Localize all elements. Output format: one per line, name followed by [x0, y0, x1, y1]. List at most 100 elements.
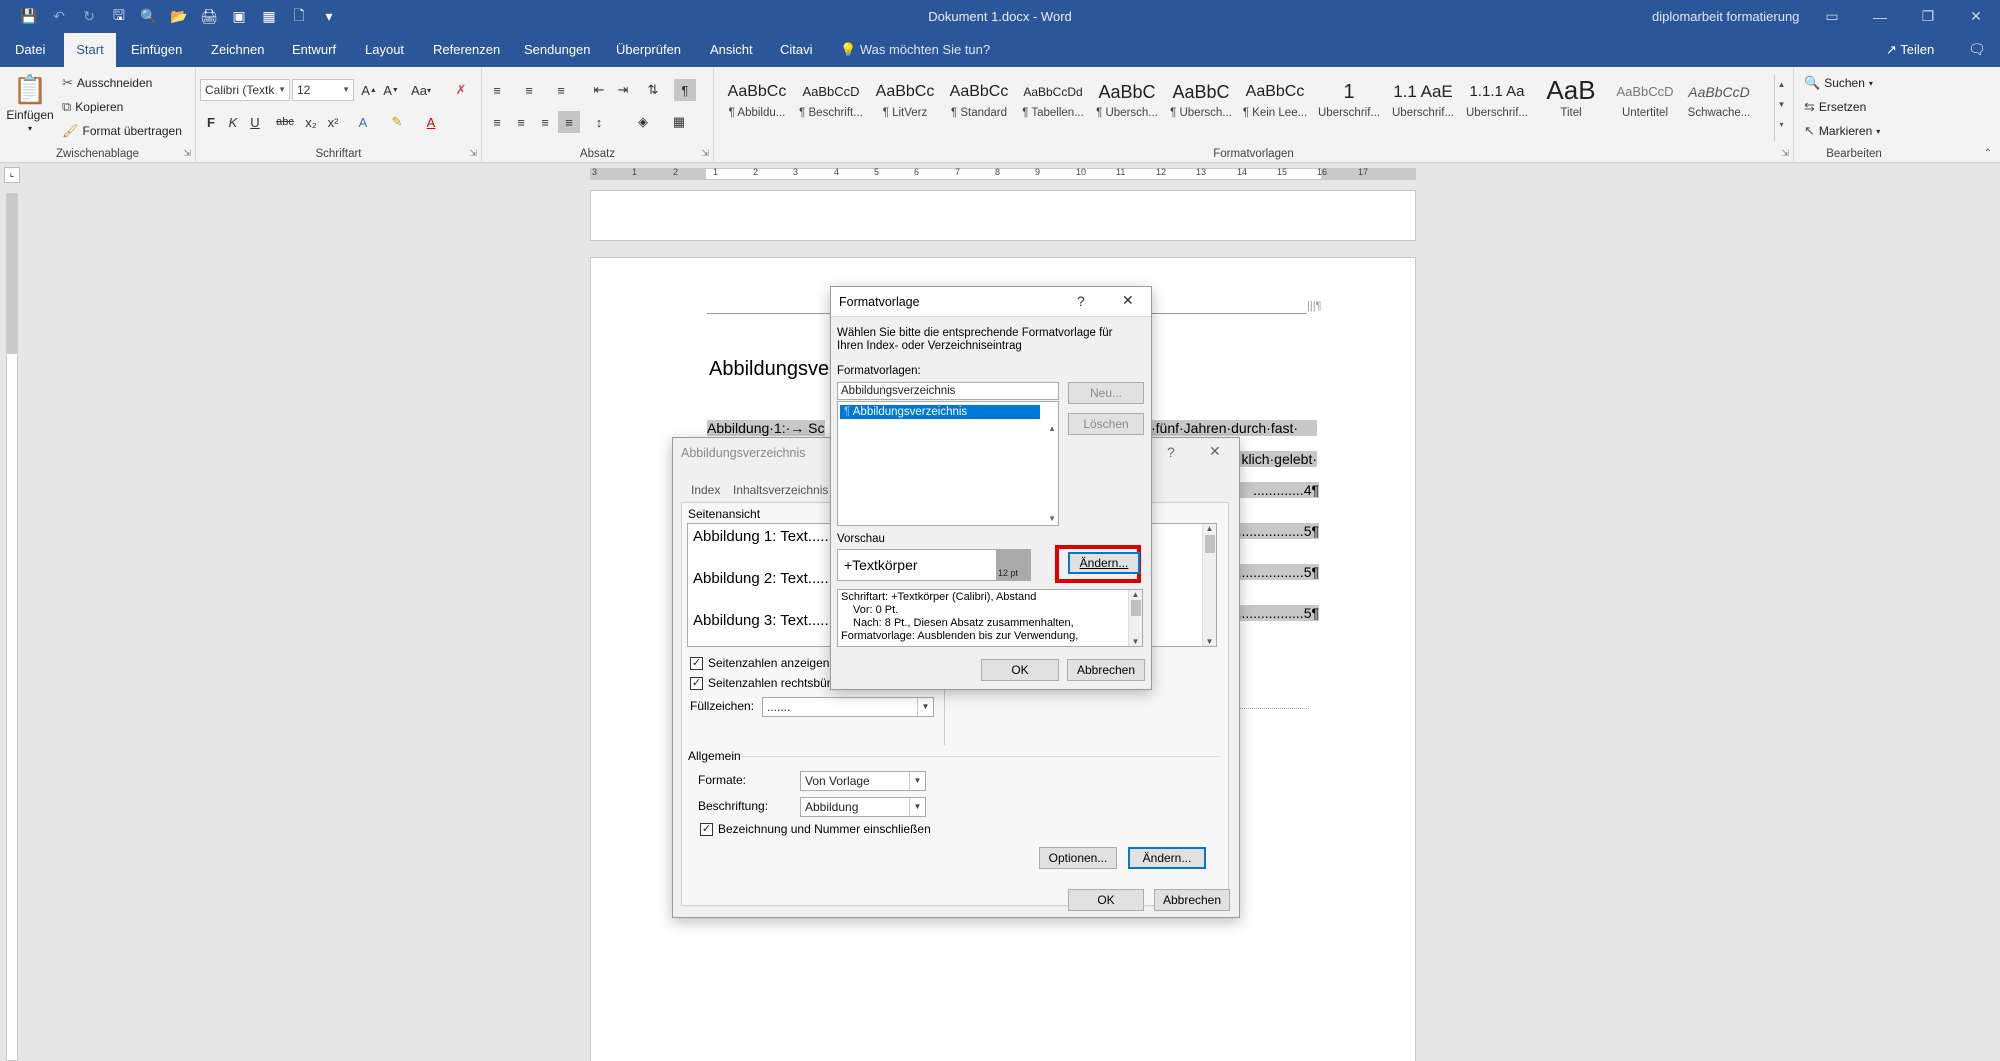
dialog-launcher-icon[interactable]: ⇲ — [183, 148, 191, 159]
document-line[interactable]: Abbildung·1:·→ Sc — [707, 420, 825, 436]
tab-ansicht[interactable]: Ansicht — [701, 33, 762, 67]
style-item[interactable]: 1 Überschrif... — [1312, 77, 1386, 141]
style-item[interactable]: AaBbCcD Schwache... — [1682, 77, 1756, 141]
ribbon-display-icon[interactable]: ▭ — [1808, 0, 1856, 33]
tab-start[interactable]: Start — [64, 33, 116, 67]
tab-referenzen[interactable]: Referenzen — [424, 33, 509, 67]
tab-datei[interactable]: Datei — [6, 33, 54, 67]
close-icon[interactable]: ✕ — [1952, 0, 2000, 33]
bullets-icon[interactable]: ≡ — [486, 79, 508, 101]
help-icon[interactable]: ? — [1167, 444, 1175, 460]
pilcrow-icon[interactable]: ¶ — [674, 79, 696, 101]
tab-einfuegen[interactable]: Einfügen — [122, 33, 191, 67]
new-button[interactable]: Neu... — [1068, 382, 1144, 404]
justify-icon[interactable]: ≡ — [558, 111, 580, 133]
change-case-button[interactable]: Aa ▾ — [406, 79, 436, 101]
text-effects-icon[interactable]: A — [352, 111, 374, 133]
underline-button[interactable]: U — [244, 111, 266, 133]
preview-scrollbar[interactable]: ▲ ▼ — [1202, 524, 1216, 646]
shrink-font-icon[interactable]: A ▼ — [380, 79, 402, 101]
decrease-indent-icon[interactable]: ⇤ — [588, 79, 610, 101]
delete-button[interactable]: Löschen — [1068, 413, 1144, 435]
tab-index[interactable]: Index — [691, 483, 720, 497]
share-button[interactable]: ↗ Teilen — [1886, 33, 1934, 67]
format-painter-button[interactable]: 🖌 Format übertragen — [62, 123, 182, 139]
subscript-button[interactable]: x₂ — [300, 111, 322, 133]
account-name[interactable]: diplomarbeit formatierung — [1652, 9, 1799, 24]
replace-button[interactable]: ⇆ Ersetzen — [1804, 99, 1866, 115]
formats-select[interactable]: Von Vorlage ▼ — [800, 771, 926, 791]
modify-style-button[interactable]: Ändern... — [1068, 552, 1140, 574]
borders-icon[interactable]: ▦ — [668, 111, 690, 133]
find-button[interactable]: 🔍 Suchen ▾ — [1804, 75, 1873, 91]
style-item[interactable]: AaBbCc ¶ Standard — [942, 77, 1016, 141]
style-item[interactable]: AaBbCc ¶ Abbildu... — [720, 77, 794, 141]
grow-font-icon[interactable]: A ▲ — [358, 79, 380, 101]
style-list[interactable]: ¶ Abbildungsverzeichnis ▲ ▼ — [837, 401, 1059, 526]
style-item[interactable]: AaBbCcD ¶ Beschrift... — [794, 77, 868, 141]
tab-inhaltsverzeichnis[interactable]: Inhaltsverzeichnis — [733, 483, 828, 497]
cut-button[interactable]: ✂ Ausschneiden — [62, 75, 152, 91]
align-left-icon[interactable]: ≡ — [486, 111, 508, 133]
dialog-launcher-icon[interactable]: ⇲ — [469, 148, 477, 159]
modify-button[interactable]: Ändern... — [1128, 847, 1206, 869]
shading-icon[interactable]: ◈ — [632, 111, 654, 133]
show-page-numbers-checkbox[interactable]: ✓ — [690, 657, 703, 670]
description-scrollbar[interactable]: ▲ ▼ — [1128, 590, 1142, 646]
ok-button[interactable]: OK — [981, 659, 1059, 681]
document-line[interactable]: ·fünf·Jahren·durch·fast· — [1151, 420, 1317, 436]
ok-button[interactable]: OK — [1068, 889, 1144, 911]
font-color-icon[interactable]: A — [420, 111, 442, 133]
fill-char-select[interactable]: ....... ▼ — [762, 697, 934, 717]
tab-selector-icon[interactable]: ⌞ — [4, 167, 20, 183]
close-icon[interactable]: ✕ — [1209, 443, 1221, 460]
strikethrough-button[interactable]: abc — [274, 111, 296, 133]
clear-formatting-icon[interactable]: ✗ — [450, 79, 472, 101]
scroll-down-icon[interactable]: ▼ — [1048, 514, 1056, 523]
copy-button[interactable]: ⧉ Kopieren — [62, 99, 123, 115]
sort-icon[interactable]: ⇅ — [642, 79, 664, 101]
close-icon[interactable]: ✕ — [1122, 292, 1134, 309]
align-center-icon[interactable]: ≡ — [510, 111, 532, 133]
tell-me-search[interactable]: 💡 Was möchten Sie tun? — [840, 33, 990, 67]
scroll-up-icon[interactable]: ▲ — [1048, 424, 1056, 433]
tab-entwurf[interactable]: Entwurf — [283, 33, 345, 67]
options-button[interactable]: Optionen... — [1039, 847, 1117, 869]
collapse-ribbon-icon[interactable]: ⌃ — [1984, 148, 1992, 159]
style-item[interactable]: AaBbC ¶ Übersch... — [1090, 77, 1164, 141]
select-button[interactable]: ↖ Markieren ▾ — [1804, 123, 1880, 139]
tab-sendungen[interactable]: Sendungen — [515, 33, 600, 67]
font-name-combo[interactable]: Calibri (Textk ▼ — [200, 79, 290, 101]
multilevel-list-icon[interactable]: ≡ — [550, 79, 572, 101]
style-item[interactable]: AaBbCcDd ¶ Tabellen... — [1016, 77, 1090, 141]
dialog-launcher-icon[interactable]: ⇲ — [1781, 148, 1789, 159]
cancel-button[interactable]: Abbrechen — [1154, 889, 1230, 911]
minimize-icon[interactable]: — — [1856, 0, 1904, 33]
tab-zeichnen[interactable]: Zeichnen — [202, 33, 273, 67]
paste-button[interactable]: 📋 Einfügen ▾ — [6, 73, 54, 133]
style-item[interactable]: 1.1 AaE Überschrif... — [1386, 77, 1460, 141]
right-align-checkbox[interactable]: ✓ — [690, 677, 703, 690]
document-heading[interactable]: Abbildungsver — [709, 358, 836, 381]
style-item[interactable]: AaBbCc ¶ Kein Lee... — [1238, 77, 1312, 141]
tab-citavi[interactable]: Citavi — [771, 33, 822, 67]
align-right-icon[interactable]: ≡ — [534, 111, 556, 133]
dialog-launcher-icon[interactable]: ⇲ — [701, 148, 709, 159]
style-name-input[interactable]: Abbildungsverzeichnis — [837, 382, 1059, 400]
superscript-button[interactable]: x² — [322, 111, 344, 133]
tab-layout[interactable]: Layout — [356, 33, 413, 67]
list-item[interactable]: ¶ Abbildungsverzeichnis — [840, 405, 1040, 419]
style-item[interactable]: AaBbCcD Untertitel — [1608, 77, 1682, 141]
help-icon[interactable]: ? — [1077, 293, 1085, 309]
style-item[interactable]: AaB Titel — [1534, 77, 1608, 141]
style-item[interactable]: AaBbC ¶ Übersch... — [1164, 77, 1238, 141]
cancel-button[interactable]: Abbrechen — [1067, 659, 1145, 681]
bold-button[interactable]: F — [200, 111, 222, 133]
caption-select[interactable]: Abbildung ▼ — [800, 797, 926, 817]
tab-ueberpruefen[interactable]: Überprüfen — [607, 33, 690, 67]
style-item[interactable]: 1.1.1 Aa Überschrif... — [1460, 77, 1534, 141]
numbering-icon[interactable]: ≡ — [518, 79, 540, 101]
comment-icon[interactable]: 🗨 — [1968, 41, 1986, 58]
font-size-combo[interactable]: 12 ▼ — [292, 79, 354, 101]
vertical-ruler[interactable] — [6, 193, 18, 1061]
